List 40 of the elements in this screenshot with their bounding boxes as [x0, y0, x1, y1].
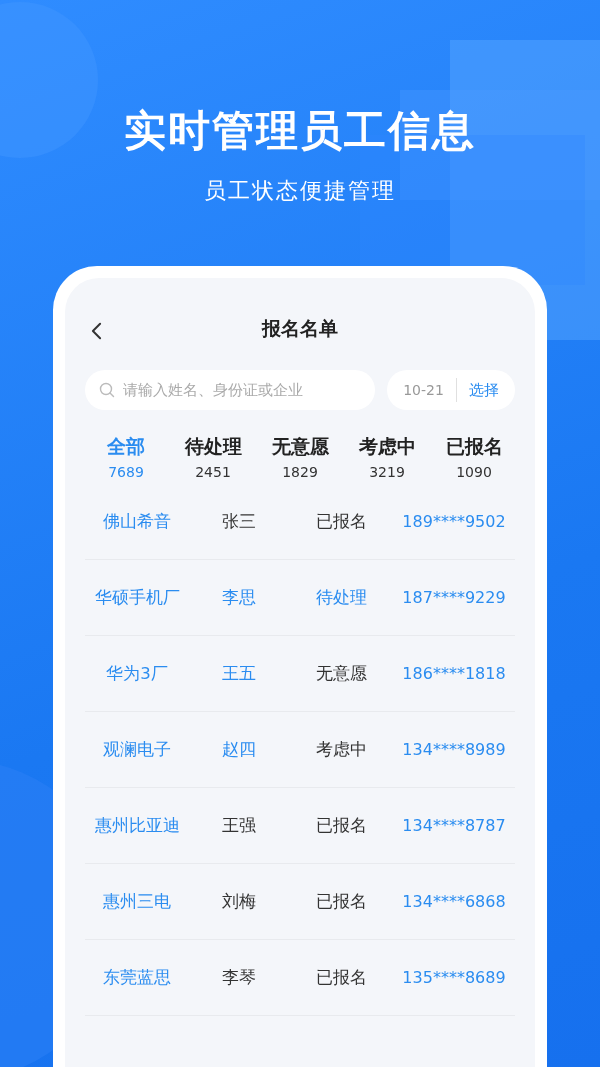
status-cell-text: 已报名: [314, 890, 368, 913]
name-cell-text: 王五: [221, 662, 257, 685]
phone-cell-text: 134****8989: [401, 740, 507, 759]
company-cell-text: 东莞蓝思: [102, 966, 172, 989]
phone-cell-text: 186****1818: [401, 664, 507, 683]
status-tab[interactable]: 已报名 1090: [431, 434, 517, 480]
status-cell-text: 待处理: [314, 586, 368, 609]
status-cell-text: 已报名: [314, 814, 368, 837]
status-cell-text: 考虑中: [314, 738, 368, 761]
search-icon: [99, 382, 115, 398]
screen-title: 报名名单: [262, 316, 338, 341]
subheadline: 员工状态便捷管理: [204, 177, 396, 205]
status-cell-text: 已报名: [314, 510, 368, 533]
company-cell-text: 华为3厂: [105, 662, 169, 685]
name-cell-text: 李思: [221, 586, 257, 609]
company-cell-text: 惠州三电: [102, 890, 172, 913]
company-cell-text: 惠州比亚迪: [93, 814, 181, 837]
company-cell-text: 佛山希音: [102, 510, 172, 533]
name-cell-text: 王强: [221, 814, 257, 837]
phone-cell-text: 134****6868: [401, 892, 507, 911]
name-cell-text: 赵四: [221, 738, 257, 761]
phone-cell-text: 187****9229: [401, 588, 507, 607]
status-cell-text: 无意愿: [314, 662, 368, 685]
phone-cell-text: 134****8787: [401, 816, 507, 835]
back-icon[interactable]: [91, 322, 102, 340]
company-cell-text: 观澜电子: [102, 738, 172, 761]
choose-button[interactable]: 选择: [468, 380, 499, 400]
headline: 实时管理员工信息: [124, 105, 476, 157]
status-tab[interactable]: 无意愿 1829: [257, 434, 343, 480]
phone-cell-text: 189****9502: [401, 512, 507, 531]
date-value: 10-21: [403, 382, 444, 398]
status-tab[interactable]: 考虑中 3219: [344, 434, 430, 480]
status-cell-text: 已报名: [314, 966, 368, 989]
phone-cell-text: 135****8689: [401, 968, 507, 987]
search-field[interactable]: 请输入姓名、身份证或企业: [85, 370, 375, 410]
status-tab[interactable]: 待处理 2451: [170, 434, 256, 480]
name-cell-text: 刘梅: [221, 890, 257, 913]
name-cell-text: 李琴: [221, 966, 257, 989]
company-cell-text: 华硕手机厂: [93, 586, 181, 609]
name-cell-text: 张三: [221, 510, 257, 533]
